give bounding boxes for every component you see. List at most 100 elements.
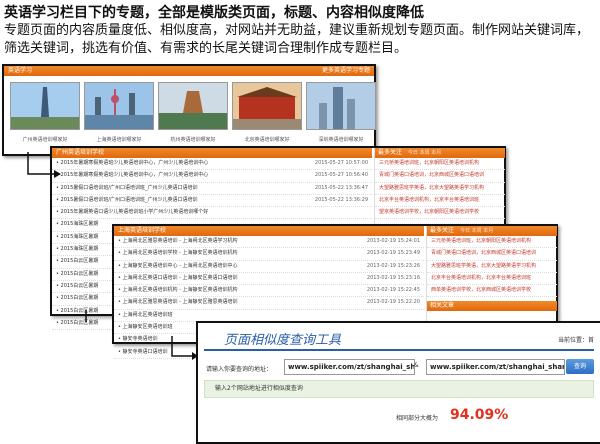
url-input-1[interactable]: www.spiiker.com/zt/shanghai_shang [284,359,415,375]
sidebar-items: 三元桥英语培训班，北京朝阳区英语培训机构 青城门英语口语培训，北京西城区英语口语培… [375,158,505,220]
english-study-panel: 英语学习 更多英语学习专题 广州英语培训哪家好 上海英语培训哪家好 杭州英语培训… [2,64,376,156]
sidebar-header: 最多关注 今日 本周 本月 [427,226,557,236]
thumb-skyline[interactable] [306,82,376,130]
sidebar-item[interactable]: 青城门英语口语培训，北京西城区英语口语培训 [375,170,505,183]
thumb-card[interactable]: 深圳英语培训哪家好 [306,82,376,143]
description-text: 专题页面的内容质量度低、相似度高，对网站并无助益，建议重新规划专题页面。制作网站… [4,23,590,56]
list-item-date: 2013-02-19 15:22:20 [366,299,420,306]
list-item-date: 2015-05-27 10:57:00 [314,160,368,166]
list-item-title[interactable]: • 2015白云区暑期 [56,258,98,264]
sidebar-item[interactable]: 北京丰台英语培训机构，北京丰台英语培训班 [427,273,557,286]
list-title: 上海英语培训学校 [118,227,167,234]
sidebar-item-label[interactable]: 三元桥英语培训班，北京朝阳区英语培训机构 [431,238,531,244]
list-item-title[interactable]: • 2015海珠区暑期 [56,246,98,252]
list-item-title[interactable]: • 2015年暑期寒假英语班少儿英语培训中心，广州少儿英语培训中心 [56,172,208,178]
list-item[interactable]: • 2015年暑期寒假英语班少儿英语培训中心，广州少儿英语培训中心 2015-05… [52,158,372,171]
thumb-caption[interactable]: 深圳英语培训哪家好 [306,136,376,143]
sidebar-item[interactable]: 大望路雅思班学英语，北京大望路英语学习机构 [427,261,557,273]
list-item[interactable]: • 2015暑假口语培训班/广州口语培训班_广州少儿英语口语培训 2015-05-… [52,195,372,208]
list-item-title[interactable]: • 上海闸北区英语口语培训 - 上海静安区英语口语培训 [118,275,238,281]
list-item-title[interactable]: • 2015海珠区暑期 [56,221,98,227]
sidebar-tabs[interactable]: 今日 本周 本月 [460,228,493,234]
sidebar-item-label[interactable]: 北京丰台英语培训机构，北京丰台英语培训班 [379,197,479,203]
list-item-title[interactable]: • 2015年暑期寒假英语班少儿英语培训中心，广州少儿英语培训中心 [56,160,208,166]
list-item[interactable]: • 上海闸北区雅思英语培训 - 上海闸北区英语学习机构 2013-02-19 15… [114,236,424,249]
thumb-tower[interactable] [10,82,80,130]
sidebar-item-label[interactable]: 大望路雅思班学英语，北京大望路英语学习机构 [379,185,484,191]
thumb-caption[interactable]: 广州英语培训哪家好 [10,136,80,143]
sidebar-item-label[interactable]: 青城门英语口语培训，北京西城区英语口语培训 [431,250,536,256]
thumb-card[interactable]: 北京英语培训哪家好 [232,82,302,143]
list-item-title[interactable]: • 上海闸北区英语培训班 [118,312,173,318]
sidebar-item[interactable]: 青城门英语口语培训，北京西城区英语口语培训 [427,248,557,261]
list-item-title[interactable]: • 上海闸北区英语培训学校 - 上海静安区英语培训机构 [118,250,238,256]
thumb-pagoda[interactable] [158,82,228,130]
list-item-date: 2015-05-27 10:56:40 [314,172,368,179]
breadcrumb: 当前位置：首 [557,337,594,344]
list-item-title[interactable]: • 上海闸北区英语培训机构 - 上海静安区英语培训机构 [118,287,238,293]
list-item-title[interactable]: • 静安寺英语口语培训 [118,349,168,355]
list-item[interactable]: • 2015暑假口语培训班/广州口语培训班_广州少儿英语口语培训 2015-05-… [52,183,372,195]
list-item-title[interactable]: • 2015年暑期英语口语少儿英语培训班小学广州少儿英语培训哪个好 [56,209,208,215]
list-item[interactable]: • 上海闸北区雅思英语培训 - 上海静安区雅思英语培训 2013-02-19 15… [114,297,424,310]
query-button[interactable]: 查询 [566,359,594,374]
list-item-title[interactable]: • 2015暑假口语培训班/广州口语培训班_广州少儿英语口语培训 [56,185,197,191]
list-item-title[interactable]: • 上海静安区英语培训中心 - 上海闸北区英语培训中心 [118,263,238,269]
list-item-date: 2015-05-22 13:36:29 [314,196,368,203]
thumb-card[interactable]: 广州英语培训哪家好 [10,82,80,143]
sidebar-item[interactable]: 望京英语培训学校，北京朝阳区英语培训学校 [375,207,505,220]
sidebar-item[interactable]: 大望路雅思班学英语，北京大望路英语学习机构 [375,183,505,195]
list-item-title[interactable]: • 上海闸北区雅思英语培训 - 上海静安区雅思英语培训 [118,299,238,305]
sidebar-item-label[interactable]: 望京英语培训学校，北京朝阳区英语培训学校 [379,209,479,215]
thumb-card[interactable]: 杭州英语培训哪家好 [158,82,228,143]
list-item[interactable]: • 上海闸北区英语培训学校 - 上海静安区英语培训机构 2013-02-19 15… [114,248,424,261]
list-item-title[interactable]: • 2015白云区暑期 [56,283,98,289]
thumb-card[interactable]: 上海英语培训哪家好 [84,82,154,143]
arrow-icon [27,152,61,178]
hint-bar: 输入2个网站地址进行相似度查询 [204,380,594,398]
sidebar-tabs[interactable]: 今日 本周 本月 [408,150,441,156]
list-item-title[interactable]: • 2015暑假口语培训班/广州口语培训班_广州少儿英语口语培训 [56,197,197,203]
sidebar-item[interactable]: 北京丰台英语培训机构，北京丰台英语培训班 [375,195,505,208]
sidebar-header: 最多关注 今日 本周 本月 [375,148,505,158]
sidebar-item-label[interactable]: 三元桥英语培训班，北京朝阳区英语培训机构 [379,160,479,166]
sidebar-item-label[interactable]: 青城门英语口语培训，北京西城区英语口语培训 [379,172,484,178]
list-item[interactable]: • 2015年暑期英语口语少儿英语培训班小学广州少儿英语培训哪个好 [52,207,372,220]
result-label: 相同部分大概为 [396,415,439,422]
sidebar-item[interactable]: 西单英语培训学校，北京西城区英语培训学校 [427,285,557,298]
sidebar-item[interactable]: 三元桥英语培训班，北京朝阳区英语培训机构 [375,158,505,171]
list-item-title[interactable]: • 上海闸北区雅思英语培训 - 上海闸北区英语学习机构 [118,238,238,244]
list-item[interactable]: • 上海闸北区英语口语培训 - 上海静安区英语口语培训 2013-02-19 15… [114,273,424,286]
list-item[interactable]: • 2015年暑期寒假英语班少儿英语培训中心，广州少儿英语培训中心 2015-05… [52,170,372,183]
url-input-2[interactable]: www.spiiker.com/zt/shanghai_shang [426,359,565,375]
list-item-date: 2013-02-19 15:23:26 [366,262,420,269]
sidebar-item-label[interactable]: 大望路雅思班学英语，北京大望路英语学习机构 [431,263,536,269]
list-item-title[interactable]: • 2015白云区暑期 [56,295,98,301]
list-item[interactable]: • 上海闸北区英语培训机构 - 上海静安区英语培训机构 2013-02-19 15… [114,285,424,298]
sidebar-title: 最多关注 [378,149,403,156]
panel-title: 英语学习 [8,67,33,74]
thumb-caption[interactable]: 上海英语培训哪家好 [84,136,154,143]
thumb-tiananmen[interactable] [232,82,302,130]
arrow-icon [171,336,198,360]
arrow-icon [85,310,87,322]
sidebar-item-label[interactable]: 西单英语培训学校，北京西城区英语培训学校 [431,287,531,293]
thumb-caption[interactable]: 杭州英语培训哪家好 [158,136,228,143]
list-item-title[interactable]: • 2015白云区暑期 [56,271,98,277]
list-item-date: 2013-02-19 15:22:45 [366,287,420,294]
list-item-title[interactable]: • 上海静安区英语培训班 [118,324,173,330]
sidebar-item-label[interactable]: 北京丰台英语培训机构，北京丰台英语培训班 [431,275,531,281]
thumb-caption[interactable]: 北京英语培训哪家好 [232,136,302,143]
similarity-tool-panel: 页面相似度查询工具 当前位置：首 请输入你要查询的地址： www.spiiker… [196,321,600,444]
ampersand: & [414,362,419,369]
list-item-title[interactable]: • 静安寺英语培训 [118,336,158,342]
list-item[interactable]: • 上海静安区英语培训中心 - 上海闸北区英语培训中心 2013-02-19 15… [114,261,424,273]
list-item-title[interactable]: • 2015海珠区暑期 [56,234,98,240]
panel-header: 英语学习 更多英语学习专题 [4,66,374,76]
more-link[interactable]: 更多英语学习专题 [322,66,370,76]
tool-title: 页面相似度查询工具 [224,333,342,348]
sidebar-item[interactable]: 三元桥英语培训班，北京朝阳区英语培训机构 [427,236,557,249]
thumb-shanghai[interactable] [84,82,154,130]
list-item-date: 2013-02-19 15:23:49 [366,250,420,257]
list-item-date: 2015-05-22 13:36:47 [314,184,368,191]
